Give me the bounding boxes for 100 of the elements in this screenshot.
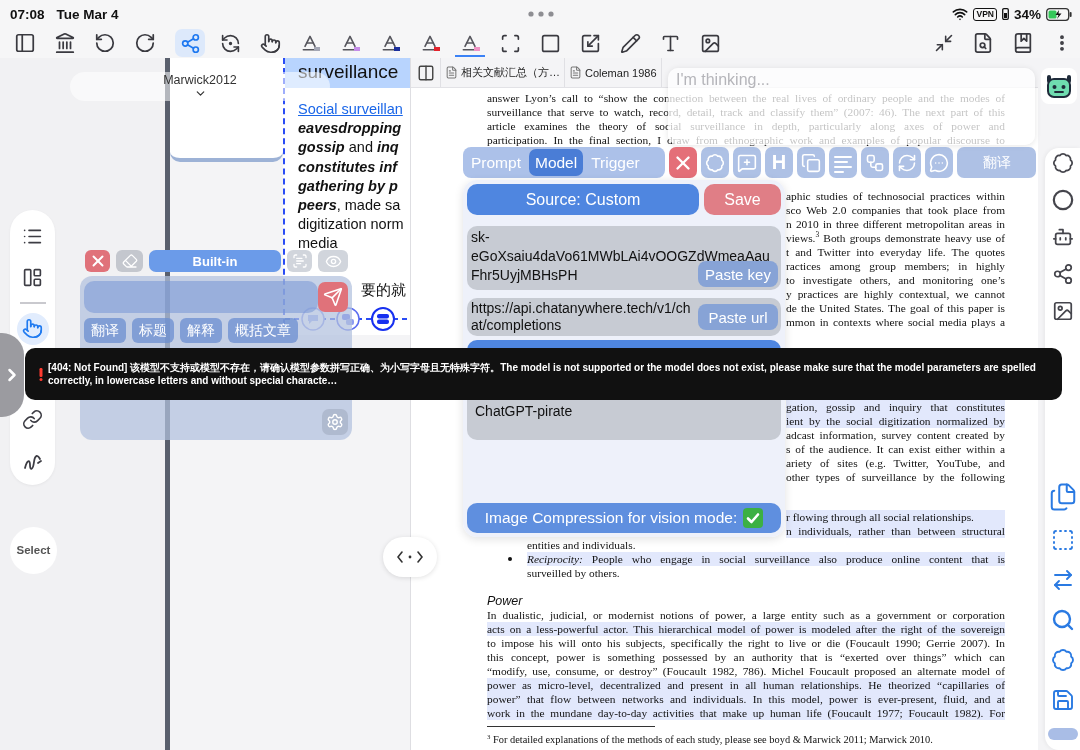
document-line: t and Twitter into everyday life. The quotes: [786, 245, 1005, 259]
model-option[interactable]: ChatGPT-pirate: [475, 403, 773, 420]
mind-map-tool[interactable]: [175, 29, 205, 57]
wifi-icon: [952, 6, 969, 22]
note-link[interactable]: Social surveillan: [298, 101, 403, 117]
note-title: surveillance: [285, 58, 410, 88]
document-line: s of the audience. It can exist either within a: [786, 442, 1005, 456]
stack-circle-icon[interactable]: [371, 306, 395, 331]
section-heading: Power: [487, 594, 524, 608]
document-line: n 2010 in three different metropolitan areas in: [786, 217, 1005, 231]
select-button[interactable]: Select: [10, 526, 57, 574]
small-battery-icon: [1001, 8, 1009, 20]
resize-icon: [579, 32, 601, 54]
paste-key-button[interactable]: Paste key: [698, 261, 778, 287]
search-icon[interactable]: [1050, 608, 1075, 632]
battery-icon: [1046, 7, 1072, 21]
mode-button[interactable]: Built-in: [149, 250, 281, 272]
panel-tab[interactable]: Model: [528, 149, 584, 176]
bookmark-book-icon[interactable]: [1012, 32, 1034, 54]
status-date: Tue Mar 4: [56, 6, 119, 22]
close-panel-button[interactable]: [669, 147, 697, 178]
save-button[interactable]: Save: [704, 184, 781, 215]
vpn-indicator: VPN: [973, 7, 997, 21]
document-line: to investigate others, and monitoring one’s: [786, 273, 1005, 287]
document-line: mmon in contexts where social media plays a: [786, 315, 1005, 329]
translate-button[interactable]: 翻译: [957, 147, 1036, 178]
badge-icon: [705, 152, 725, 173]
share-nodes-icon: [179, 32, 201, 54]
prompt-input[interactable]: [84, 281, 318, 313]
document-search-icon[interactable]: [972, 32, 994, 54]
document-line: ariety of sites (e.g. Twitter, YouTube, and: [786, 456, 1005, 470]
robot-icon[interactable]: [1041, 68, 1077, 104]
corner-brackets-icon: [499, 32, 521, 54]
node-graph-icon[interactable]: [1051, 263, 1074, 285]
sidebar-icon[interactable]: [14, 32, 36, 54]
source-button[interactable]: Source: Custom: [467, 184, 699, 215]
prompt-chip[interactable]: 解释: [180, 318, 222, 343]
comment-plus-icon: [737, 152, 757, 173]
badge-icon[interactable]: [1051, 152, 1074, 174]
pencil-icon: [619, 32, 641, 54]
link-icon: [22, 409, 43, 430]
library-icon[interactable]: [54, 32, 76, 54]
paste-url-button[interactable]: Paste url: [698, 304, 778, 330]
left-right-chevrons-icon: [397, 551, 423, 563]
layout-icon: [22, 266, 43, 288]
api-url-field[interactable]: https://api.chatanywhere.tech/v1/chat/completions Paste url: [467, 298, 781, 336]
document-line: sco Web 2.0 companies that took place from: [786, 203, 1005, 217]
image-icon: [699, 32, 721, 54]
undo-icon[interactable]: [94, 32, 116, 54]
badge-icon[interactable]: [1050, 648, 1075, 672]
send-button[interactable]: [318, 282, 348, 312]
footnote: $^{3}$ For detailed explanations of the methods of each study, please see boyd & Marwick 2011; Marwick 2010.: [487, 733, 934, 746]
panel-tab[interactable]: Prompt: [465, 149, 527, 176]
settings-icon: [326, 413, 344, 431]
prompt-chip[interactable]: 标题: [132, 318, 174, 343]
hand-pointer-icon: [22, 318, 43, 339]
dashed-square-icon[interactable]: [1050, 528, 1075, 552]
more-dots-icon[interactable]: [528, 11, 554, 17]
document-line: ractices among group members; in highly: [786, 259, 1005, 273]
document-line: to impose his will onto his subjects, specifically the right to live or die (Foucault 1990; Gerrie 2007). In: [487, 636, 1005, 650]
document-line: entities and individuals.: [527, 538, 637, 552]
circle-icon[interactable]: [1051, 189, 1074, 211]
scan-text-icon: [291, 253, 308, 269]
document-line: aphic studies of technosocial practices within: [786, 189, 1005, 203]
api-key-field[interactable]: sk-eGoXsaiu4daVo61MWbLAi4vOOGZdWmeaAauFhr5UyjMBHsPH Paste key: [467, 226, 781, 290]
copy-icon: [801, 152, 821, 173]
document-line: surveilled by others.: [527, 566, 621, 580]
save-icon[interactable]: [1050, 688, 1075, 712]
document-line: other types of surveillance by the following: [786, 470, 1005, 484]
document-line: In dualistic, judicial, or modernist notions of power, a large entity such as a government or corporation: [487, 608, 1005, 622]
collapse-icon[interactable]: [934, 33, 954, 53]
document-icon: [569, 66, 582, 79]
heading-button[interactable]: H: [765, 147, 793, 178]
panel-tab[interactable]: Trigger: [585, 149, 646, 176]
square-icon: [539, 32, 561, 54]
document-line: “modify, use, consume, or destroy” (Foucault 1982, 786). Michel Foucault proposed an alternate model of: [487, 664, 1005, 678]
connected-squares-icon: [865, 152, 885, 173]
hand-button[interactable]: [16, 312, 49, 345]
robot-head-icon[interactable]: [1051, 226, 1074, 248]
document-line: de the United States. The goal of this paper is: [786, 301, 1005, 315]
exclamation-icon: [39, 367, 43, 381]
prompt-chip[interactable]: 翻译: [84, 318, 126, 343]
redo-icon[interactable]: [134, 32, 156, 54]
document-tab[interactable]: Coleman 1986: [565, 58, 662, 87]
hand-pointer-icon: [259, 32, 281, 54]
prompt-chip[interactable]: 概括文章: [228, 318, 298, 343]
document-line: y practices are highly contextual, we cannot: [786, 287, 1005, 301]
document-line: adcast information, survey content created by: [786, 428, 1005, 442]
battery-percent: 34%: [1013, 6, 1041, 22]
image-icon[interactable]: [1051, 300, 1074, 322]
status-time: 07:08: [10, 6, 45, 22]
document-line: views.$^{3}$ Both groups demonstrate heavy use of: [786, 231, 1005, 245]
note-text: Social surveillan eavesdropping gossip and inq constitutes inf gathering by p peers, made sa digitization norm media: [296, 100, 405, 254]
close-button[interactable]: [85, 250, 110, 272]
split-view-icon: [416, 63, 435, 82]
document-icon: [445, 66, 458, 79]
thinking-field[interactable]: I'm thinking...: [676, 70, 1027, 90]
image-compression-toggle[interactable]: Image Compression for vision mode:: [467, 503, 781, 533]
eraser-icon: [121, 253, 138, 269]
document-tab[interactable]: 相关文献汇总（方…: [441, 58, 565, 87]
